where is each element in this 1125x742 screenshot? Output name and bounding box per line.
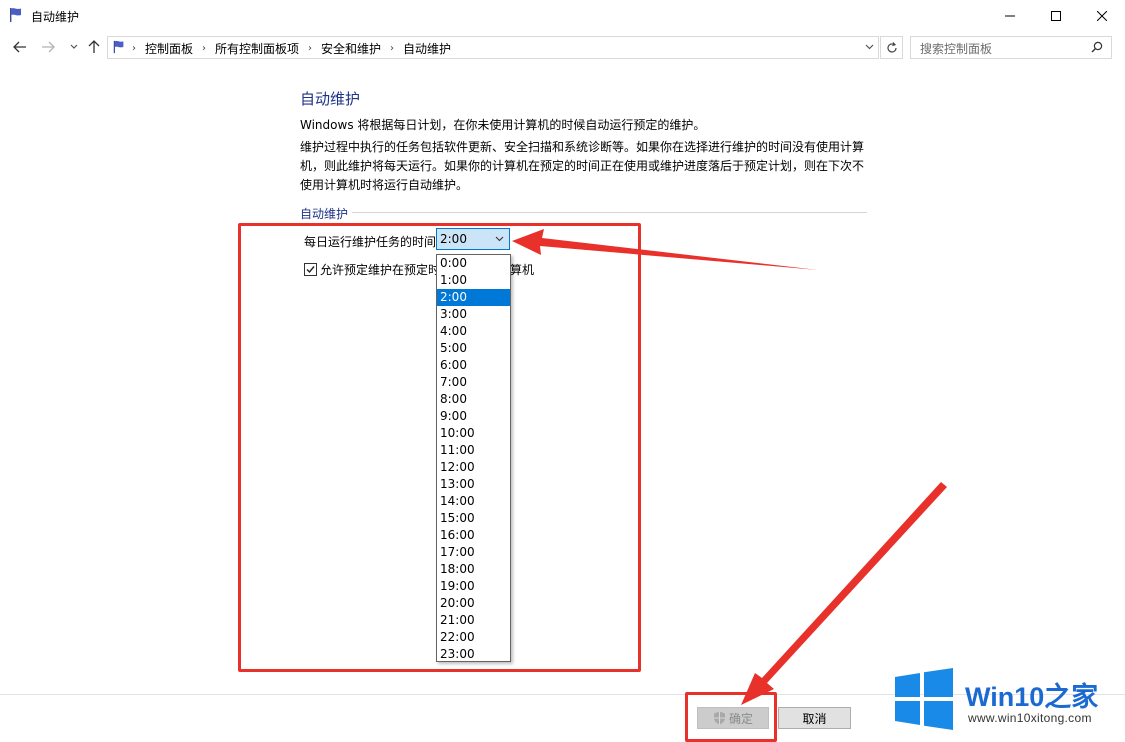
watermark-brand: Win10之家 <box>965 682 1099 712</box>
arrow-left-icon <box>13 41 26 53</box>
breadcrumb-auto-maintenance[interactable]: 自动维护 <box>403 40 451 57</box>
chevron-right-icon: › <box>132 43 136 54</box>
cancel-button-label: 取消 <box>802 711 827 726</box>
back-button[interactable] <box>12 39 28 55</box>
breadcrumb-security-maintenance[interactable]: 安全和维护 <box>321 40 381 57</box>
address-history-chevron-icon[interactable] <box>865 44 874 50</box>
arrow-up-icon <box>88 40 100 53</box>
group-label: 自动维护 <box>300 205 353 222</box>
group-divider <box>300 212 867 213</box>
control-panel-flag-icon <box>10 8 21 22</box>
address-bar[interactable]: › 控制面板 › 所有控制面板项 › 安全和维护 › 自动维护 <box>107 36 879 59</box>
close-button[interactable] <box>1079 0 1125 31</box>
maintenance-details: 维护过程中执行的任务包括软件更新、安全扫描和系统诊断等。如果你在选择进行维护的时… <box>300 140 865 192</box>
search-icon[interactable] <box>1091 41 1103 53</box>
annotation-highlight-box <box>238 223 641 672</box>
breadcrumb-control-panel[interactable]: 控制面板 <box>145 40 193 57</box>
chevron-right-icon[interactable]: › <box>202 43 206 54</box>
close-icon <box>1097 10 1107 21</box>
watermark-url: www.win10xitong.com <box>968 711 1092 725</box>
recent-locations-button[interactable] <box>66 39 82 55</box>
refresh-button[interactable] <box>880 36 903 59</box>
chevron-right-icon[interactable]: › <box>308 43 312 54</box>
annotation-highlight-box <box>685 692 777 742</box>
page-description: Windows 将根据每日计划，在你未使用计算机的时候自动运行预定的维护。 <box>300 118 706 132</box>
windows-logo-icon <box>895 668 953 730</box>
title-bar: 自动维护 <box>0 0 1125 31</box>
breadcrumb: › 控制面板 › 所有控制面板项 › 安全和维护 › 自动维护 <box>132 40 451 57</box>
minimize-icon <box>1005 15 1015 16</box>
minimize-button[interactable] <box>987 0 1033 31</box>
search-input[interactable]: 搜索控制面板 <box>910 36 1112 59</box>
search-placeholder: 搜索控制面板 <box>920 42 993 56</box>
maximize-button[interactable] <box>1033 0 1079 31</box>
forward-button[interactable] <box>40 39 56 55</box>
breadcrumb-all-items[interactable]: 所有控制面板项 <box>215 40 299 57</box>
refresh-icon <box>886 41 897 53</box>
chevron-right-icon[interactable]: › <box>390 43 394 54</box>
chevron-down-icon <box>70 44 78 49</box>
arrow-right-icon <box>42 41 55 53</box>
footer-divider <box>0 694 1125 695</box>
control-panel-flag-icon <box>113 40 124 54</box>
maximize-icon <box>1051 10 1061 21</box>
window-title: 自动维护 <box>31 10 80 24</box>
up-button[interactable] <box>86 39 102 55</box>
cancel-button[interactable]: 取消 <box>778 707 851 729</box>
page-title: 自动维护 <box>300 90 361 108</box>
